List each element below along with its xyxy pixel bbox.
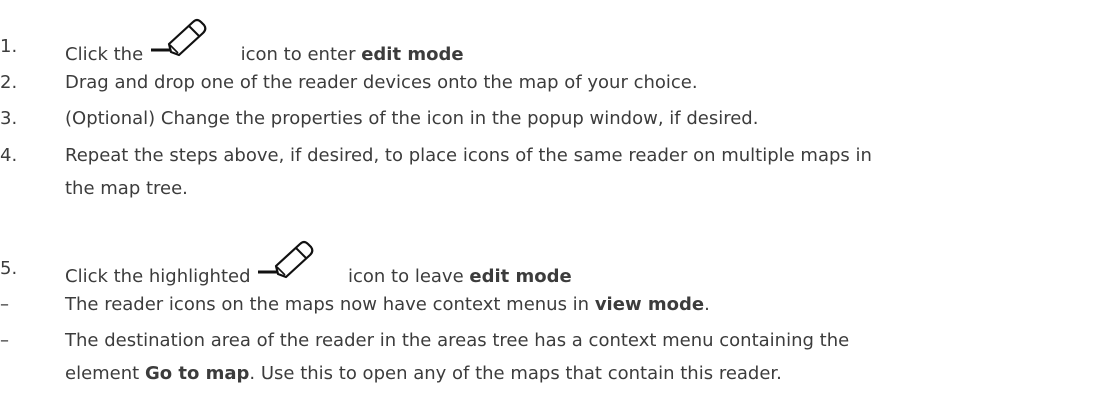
step-number: 3. bbox=[0, 108, 18, 129]
note-text: . Use this to open any of the maps that … bbox=[249, 363, 782, 384]
edit-pencil-icon bbox=[256, 240, 320, 282]
step-text: Click the highlighted bbox=[65, 266, 251, 287]
note-period: . bbox=[704, 294, 710, 315]
step-text: the map tree. bbox=[65, 178, 188, 199]
step-text: Click the bbox=[65, 44, 144, 65]
step-text-mid: icon to enter bbox=[240, 44, 356, 65]
step-text: Repeat the steps above, if desired, to p… bbox=[65, 145, 872, 166]
step-text-mid: icon to leave bbox=[347, 266, 464, 287]
step-number: 5. bbox=[0, 258, 18, 279]
step-number: 2. bbox=[0, 72, 18, 93]
step-text: Drag and drop one of the reader devices … bbox=[65, 72, 698, 93]
step-number: 1. bbox=[0, 36, 18, 57]
step-text: (Optional) Change the properties of the … bbox=[65, 108, 759, 129]
note-text: The reader icons on the maps now have co… bbox=[65, 294, 590, 315]
view-mode-label: view mode bbox=[594, 294, 705, 315]
go-to-map-label: Go to map bbox=[144, 363, 250, 384]
note-dash: – bbox=[0, 330, 9, 351]
edit-pencil-icon bbox=[149, 18, 213, 60]
edit-mode-label: edit mode bbox=[469, 266, 572, 287]
edit-mode-label: edit mode bbox=[361, 44, 464, 65]
note-text: element bbox=[65, 363, 140, 384]
step-number: 4. bbox=[0, 145, 18, 166]
note-dash: – bbox=[0, 294, 9, 315]
note-text: The destination area of the reader in th… bbox=[65, 330, 850, 351]
